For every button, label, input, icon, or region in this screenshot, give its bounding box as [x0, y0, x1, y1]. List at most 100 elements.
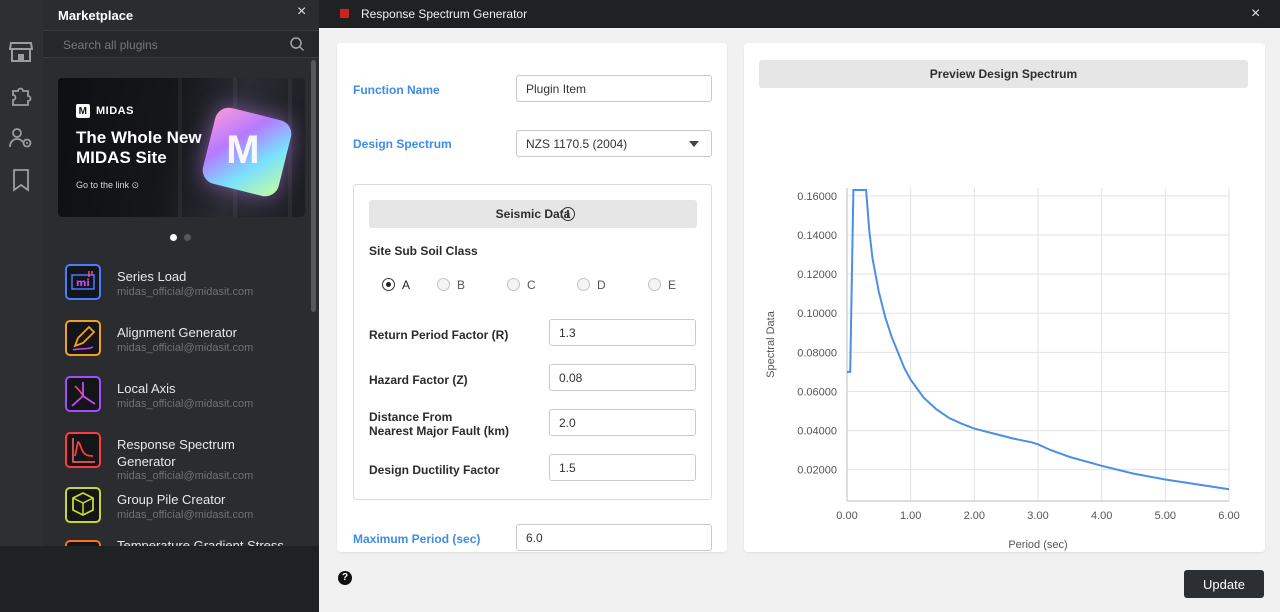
design-spectrum-value: NZS 1170.5 (2004) [526, 137, 628, 151]
plugin-name: Series Load [117, 269, 187, 284]
plugin-name: Response Spectrum Generator [117, 437, 235, 469]
window-titlebar: Response Spectrum Generator × [319, 0, 1280, 28]
y-tick-label: 0.14000 [797, 230, 837, 242]
design-spectrum-label: Design Spectrum [353, 137, 452, 151]
scrollbar[interactable] [311, 60, 316, 312]
x-tick-label: 2.00 [964, 510, 985, 522]
ductility-input[interactable] [549, 454, 696, 481]
brand-name: MIDAS [96, 105, 134, 117]
bookmark-icon[interactable] [8, 167, 34, 193]
max-period-input[interactable] [516, 524, 712, 551]
x-tick-label: 5.00 [1155, 510, 1176, 522]
update-button[interactable]: Update [1184, 570, 1264, 598]
axis-icon [65, 376, 101, 412]
return-period-input[interactable] [549, 319, 696, 346]
input-form-card: Function Name Design Spectrum NZS 1170.5… [337, 43, 727, 552]
marketplace-panel: Marketplace × M MIDAS The Whole New MIDA… [43, 0, 319, 546]
temperature-icon [65, 540, 101, 546]
x-tick-label: 3.00 [1027, 510, 1048, 522]
plugin-item-temperature-gradient-stress[interactable]: Temperature Gradient Stress [65, 538, 305, 546]
pile-cube-icon [65, 487, 101, 523]
x-tick-label: 4.00 [1091, 510, 1112, 522]
puzzle-icon[interactable] [8, 82, 34, 108]
plugin-item-response-spectrum-generator[interactable]: Response Spectrum Generator midas_officia… [65, 432, 305, 482]
plugin-item-local-axis[interactable]: Local Axis midas_official@midasit.com [65, 376, 305, 428]
seismic-data-section: Seismic Data Site Sub Soil Class A B C D… [353, 184, 712, 500]
ductility-label: Design Ductility Factor [369, 463, 500, 477]
banner-link[interactable]: Go to the link ⊙ [76, 180, 139, 191]
distance-label: Distance From Nearest Major Fault (km) [369, 410, 510, 438]
preview-title: Preview Design Spectrum [929, 67, 1078, 81]
svg-text:mi: mi [76, 278, 90, 289]
soil-class-radio-e[interactable]: E [648, 277, 688, 293]
y-tick-label: 0.08000 [797, 347, 837, 359]
plugin-name: Alignment Generator [117, 325, 237, 340]
plugin-author: midas_official@midasit.com [117, 286, 254, 298]
plugin-item-alignment-generator[interactable]: Alignment Generator midas_official@midas… [65, 320, 305, 372]
max-period-label: Maximum Period (sec) [353, 532, 481, 546]
info-icon[interactable] [561, 207, 575, 221]
soil-class-radio-d[interactable]: D [577, 277, 617, 293]
seismic-data-header: Seismic Data [369, 200, 697, 228]
close-icon[interactable]: × [297, 4, 313, 20]
y-tick-label: 0.06000 [797, 386, 837, 398]
search-input[interactable] [63, 36, 283, 54]
x-tick-label: 1.00 [900, 510, 921, 522]
y-tick-label: 0.02000 [797, 465, 837, 477]
plugin-author: midas_official@midasit.com [117, 398, 254, 410]
icon-rail [0, 0, 43, 546]
y-tick-label: 0.16000 [797, 191, 837, 203]
app-icon [339, 8, 350, 19]
midas-cube-graphic: M [199, 104, 295, 200]
y-tick-label: 0.04000 [797, 426, 837, 438]
plugin-author: midas_official@midasit.com [117, 509, 254, 521]
preview-card: Preview Design Spectrum 0.00 1.00 2.00 3.00… [744, 43, 1265, 552]
spectrum-chart: 0.00 1.00 2.00 3.00 4.00 5.00 6.00 0.02000 0.04… [765, 188, 1240, 551]
plugin-name: Temperature Gradient Stress [117, 538, 284, 546]
seismic-data-title: Seismic Data [495, 207, 571, 221]
chart-grid [846, 188, 1230, 501]
midas-logo-mark: M [76, 104, 90, 118]
function-name-input[interactable] [516, 75, 712, 102]
promo-banner[interactable]: M MIDAS The Whole New MIDAS Site Go to t… [58, 78, 305, 217]
users-settings-icon[interactable] [8, 125, 34, 151]
banner-headline-2: MIDAS Site [76, 148, 167, 167]
design-spectrum-select[interactable]: NZS 1170.5 (2004) [516, 130, 712, 157]
soil-class-radio-a[interactable]: A [382, 277, 422, 293]
soil-class-radio-c[interactable]: C [507, 277, 547, 293]
plugin-item-series-load[interactable]: mi Series Load midas_official@midasit.co… [65, 264, 305, 316]
carousel-dot-2[interactable] [184, 234, 191, 241]
x-tick-label: 6.00 [1218, 510, 1239, 522]
return-period-label: Return Period Factor (R) [369, 328, 509, 342]
y-tick-labels: 0.02000 0.04000 0.06000 0.08000 0.10000 0.120… [797, 191, 837, 477]
hazard-factor-label: Hazard Factor (Z) [369, 373, 468, 387]
carousel-dot-1[interactable] [170, 234, 177, 241]
plugin-author: midas_official@midasit.com [117, 470, 254, 482]
chevron-down-icon [689, 141, 699, 147]
plugin-author: midas_official@midasit.com [117, 342, 254, 354]
y-axis-label: Spectral Data [765, 310, 777, 378]
preview-header: Preview Design Spectrum [759, 60, 1248, 88]
close-icon[interactable]: × [1251, 5, 1260, 23]
plugin-item-group-pile-creator[interactable]: Group Pile Creator midas_official@midasi… [65, 487, 305, 539]
function-name-label: Function Name [353, 83, 440, 97]
plugin-search-bar [43, 30, 319, 58]
soil-class-label: Site Sub Soil Class [369, 244, 478, 258]
plugin-name: Group Pile Creator [117, 492, 226, 507]
x-tick-label: 0.00 [836, 510, 857, 522]
sidebar-footer [0, 546, 319, 612]
midas-logo: M MIDAS [76, 104, 134, 118]
x-tick-labels: 0.00 1.00 2.00 3.00 4.00 5.00 6.00 [836, 510, 1239, 522]
series-load-icon: mi [65, 264, 101, 300]
x-axis-label: Period (sec) [1008, 539, 1067, 551]
distance-input[interactable] [549, 409, 696, 436]
soil-class-radio-b[interactable]: B [437, 277, 477, 293]
banner-headline-1: The Whole New [76, 128, 202, 147]
store-icon[interactable] [8, 39, 34, 65]
pencil-icon [65, 320, 101, 356]
help-icon[interactable]: ? [338, 571, 352, 585]
spectrum-curve-icon [65, 432, 101, 468]
window-title: Response Spectrum Generator [361, 7, 528, 21]
search-icon[interactable] [289, 36, 305, 52]
hazard-factor-input[interactable] [549, 364, 696, 391]
